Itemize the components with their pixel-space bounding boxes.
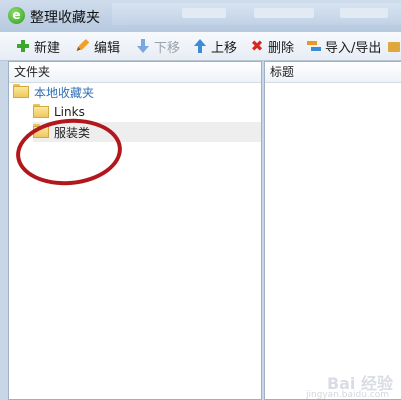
folder-icon xyxy=(33,104,49,118)
import-export-icon xyxy=(307,39,321,53)
arrow-down-icon xyxy=(136,39,150,53)
delete-label: 删除 xyxy=(268,40,295,56)
tree-item-links[interactable]: Links xyxy=(33,102,259,122)
tree-item-label: 服装类 xyxy=(54,125,91,140)
move-up-button[interactable]: 上移 xyxy=(193,36,237,56)
edit-label: 编辑 xyxy=(94,40,121,56)
pencil-icon xyxy=(73,36,93,56)
move-down-button[interactable]: 下移 xyxy=(136,36,180,56)
new-label: 新建 xyxy=(34,40,61,56)
window-frame-left xyxy=(0,61,8,400)
plus-icon xyxy=(16,39,30,53)
tree-item-label: 本地收藏夹 xyxy=(34,85,95,100)
app-icon: e xyxy=(8,7,25,24)
tree-item-label: Links xyxy=(54,105,85,119)
more-button[interactable] xyxy=(386,36,401,56)
title-column-header[interactable]: 标题 xyxy=(265,62,401,83)
more-icon xyxy=(386,39,400,53)
title-pane: 标题 xyxy=(264,61,401,400)
folder-icon xyxy=(33,124,49,138)
arrow-up-icon xyxy=(193,39,207,53)
import-export-button[interactable]: 导入/导出 xyxy=(307,36,381,56)
import-export-label: 导入/导出 xyxy=(325,40,382,56)
move-down-label: 下移 xyxy=(154,40,181,56)
toolbar: 新建 编辑 下移 上移 ✖ 删除 导入/导出 xyxy=(0,32,401,61)
folder-pane-header: 文件夹 xyxy=(9,62,261,83)
delete-button[interactable]: ✖ 删除 xyxy=(250,36,294,56)
folder-icon xyxy=(13,84,29,98)
delete-x-icon: ✖ xyxy=(250,37,264,55)
title-bar: e 整理收藏夹 xyxy=(0,0,401,32)
tree-item-local-favorites[interactable]: 本地收藏夹 xyxy=(13,82,259,102)
window-title: 整理收藏夹 xyxy=(30,10,100,26)
move-up-label: 上移 xyxy=(211,40,238,56)
background-window-strip xyxy=(112,3,401,25)
folder-pane: 文件夹 本地收藏夹 Links 服装类 xyxy=(8,61,262,400)
tree-item-clothing[interactable]: 服装类 xyxy=(33,122,261,142)
edit-button[interactable]: 编辑 xyxy=(76,36,120,56)
new-button[interactable]: 新建 xyxy=(16,36,60,56)
